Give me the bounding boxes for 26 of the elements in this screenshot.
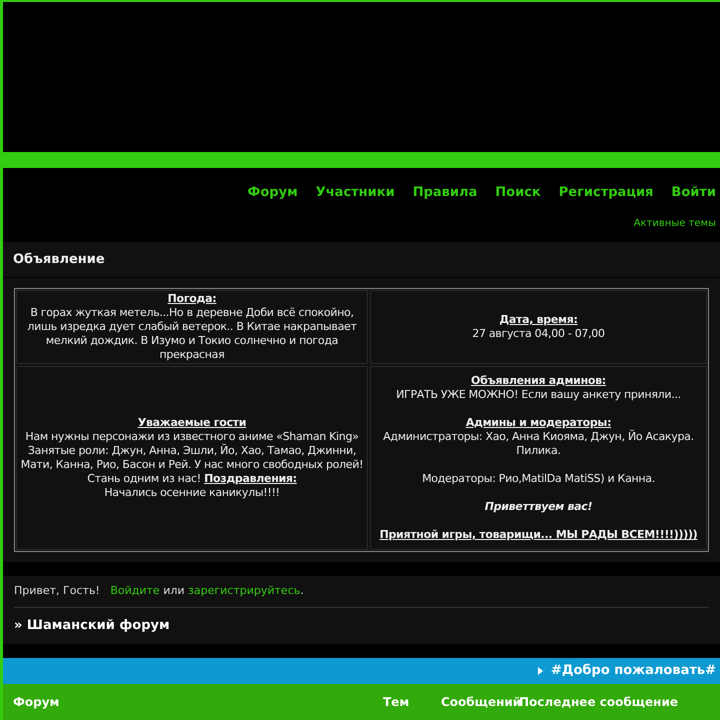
announcement-heading: Дата, время: [498, 313, 579, 327]
active-topics-link[interactable]: Активные темы [634, 216, 716, 242]
nav-link[interactable]: Правила [412, 183, 478, 216]
nav-link[interactable]: Регистрация [558, 183, 654, 216]
announcement-heading: Уважаемые гости [136, 416, 248, 430]
announcement-text: 27 августа 04,00 - 07,00 [472, 327, 605, 341]
announcement-text: Администраторы: Хао, Анна Киояма, Джун, Йо Асакура. Пилика. [382, 430, 695, 458]
login-link[interactable]: Войдите [110, 584, 160, 598]
nav-link[interactable]: Форум [247, 183, 298, 216]
nav-link[interactable]: Поиск [495, 183, 541, 216]
announcement-heading: Объявления админов: [470, 374, 607, 388]
announcement-title: Объявление [13, 250, 105, 269]
announcement-text: В горах жуткая метель...Но в деревне Доби всё спокойно, лишь изредка дует слабый ветерок.. В Китае накрапывает мелкий дождик. В Изумо и Токио солнечно и погода прекрасная [26, 306, 358, 362]
announcement-text: ИГРАТЬ УЖЕ МОЖНО! Если вашу анкету приняли... [396, 388, 681, 402]
greeting-text: Привет, Гость! Войдите или зарегистрируйтесь. [14, 583, 304, 600]
register-link[interactable]: зарегистрируйтесь [188, 584, 300, 598]
announcement-text: Приветтвуем вас! [484, 500, 592, 514]
announcement-heading: Приятной игры, товарищи... МЫ РАДЫ ВСЕМ!!!!))))) [380, 528, 698, 542]
announcement-heading: Погода: [166, 292, 218, 306]
nav-link[interactable]: Войти [671, 183, 716, 216]
announcement-text: Нам нужны персонажи из известного аниме «Shaman King» Занятые роли: Джун, Анна, Эшли, Йо, Хао, Тамао, Джинни, Мати, Канна, Рио, Басон и Рей. У нас много свободных ролей! Стань одним из нас! Поздравления: [20, 430, 364, 486]
announcement-text: Начались осенние каникулы!!!! [103, 486, 281, 500]
nav-link[interactable]: Участники [316, 183, 395, 216]
announcement-heading: Админы и модераторы: [464, 416, 612, 430]
breadcrumb[interactable]: » Шаманский форум [14, 616, 170, 636]
announcement-text: Модераторы: Рио,MatilDa MatiSS) и Канна. [422, 472, 655, 486]
